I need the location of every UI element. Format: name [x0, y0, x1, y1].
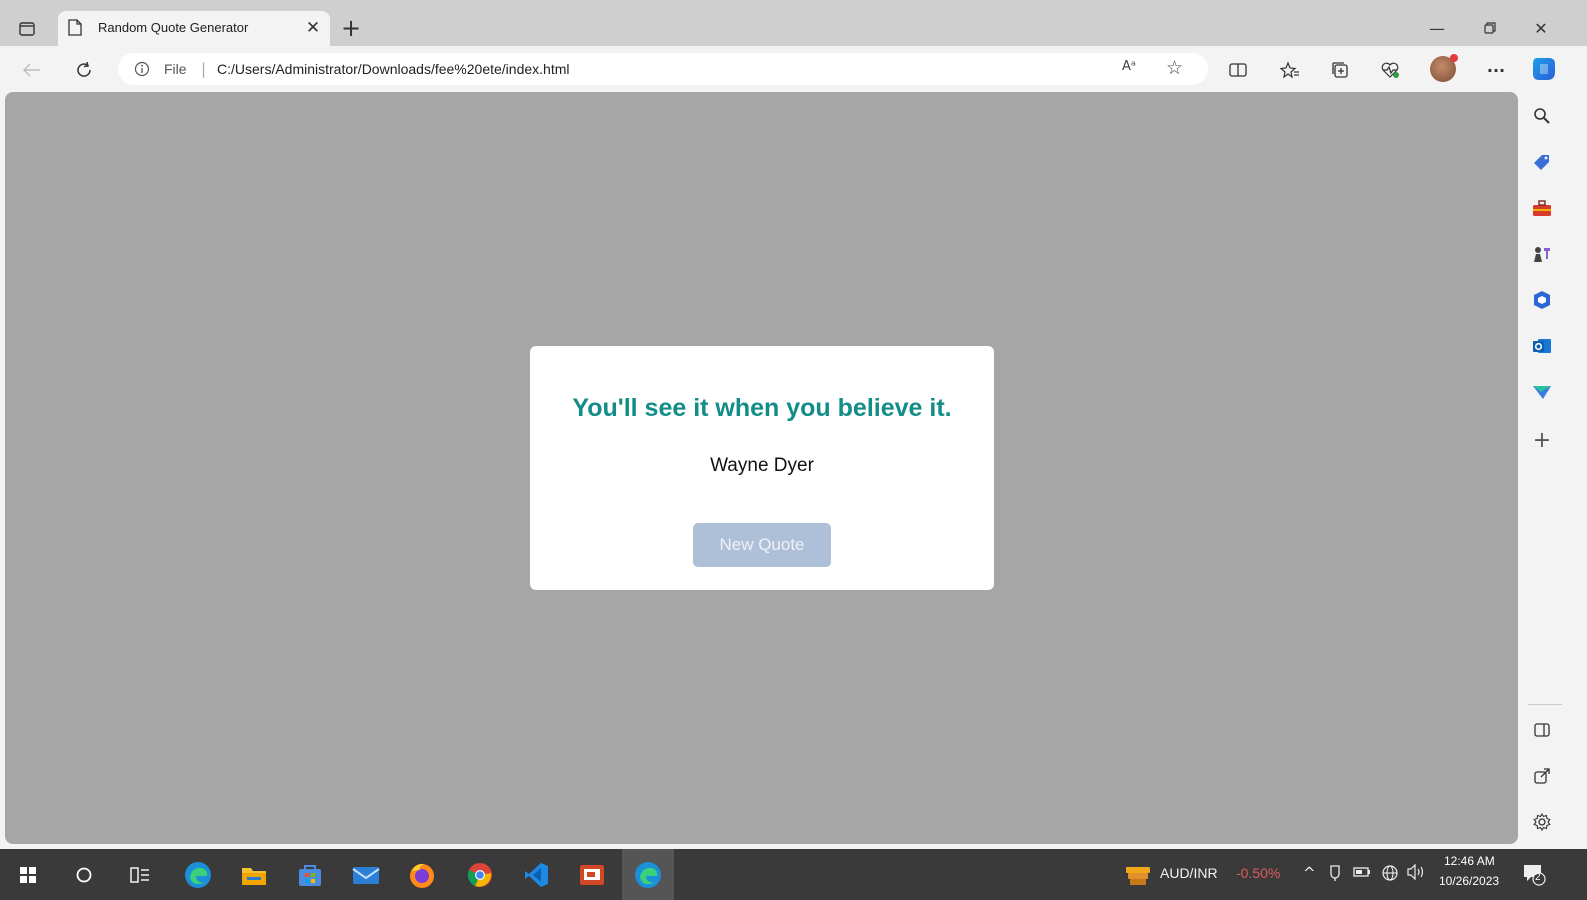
clock-time[interactable]: 12:46 AM [1444, 854, 1495, 868]
office-icon[interactable] [1530, 288, 1554, 312]
add-sidebar-app-icon[interactable]: + [1530, 428, 1554, 453]
chess-icon[interactable] [1530, 242, 1554, 266]
copilot-icon[interactable] [1529, 54, 1559, 84]
favorites-icon[interactable] [1276, 56, 1304, 84]
notification-dot [1450, 54, 1458, 62]
heartbeat-icon[interactable] [1376, 56, 1404, 84]
external-link-icon[interactable] [1530, 764, 1554, 788]
tag-icon[interactable] [1530, 150, 1554, 174]
toolbox-icon[interactable] [1530, 196, 1554, 220]
settings-icon[interactable] [1530, 810, 1554, 834]
new-tab-plus-icon[interactable]: + [338, 15, 364, 41]
restore-icon[interactable] [1475, 16, 1505, 42]
notification-count: 2 [1535, 872, 1541, 883]
search-icon[interactable] [1530, 104, 1554, 128]
quote-author: Wayne Dyer [710, 455, 814, 476]
clock-date[interactable]: 10/26/2023 [1439, 874, 1499, 888]
chevron-up-icon[interactable]: ^ [1303, 864, 1316, 882]
split-screen-icon[interactable] [1224, 56, 1252, 84]
usb-icon[interactable] [1329, 864, 1341, 886]
tab-strip: Random Quote Generator ✕ + — ✕ [0, 0, 1587, 46]
battery-icon[interactable] [1353, 864, 1371, 882]
close-window-icon[interactable]: ✕ [1526, 16, 1556, 42]
edge-icon[interactable] [634, 861, 662, 889]
edge-sidebar: + [1518, 92, 1587, 844]
sidebar-toggle-icon[interactable] [1530, 718, 1554, 742]
notification-center-icon[interactable]: 2 [1522, 862, 1546, 886]
file-explorer-icon[interactable] [240, 861, 268, 889]
send-icon[interactable] [1530, 380, 1554, 404]
sidebar-divider [1528, 704, 1562, 705]
task-view-icon[interactable] [126, 861, 154, 889]
browser-toolbar: File | C:/Users/Administrator/Downloads/… [0, 46, 1587, 92]
read-aloud-icon[interactable]: Aᵃ [1122, 59, 1136, 74]
quote-card: You'll see it when you believe it. Wayne… [530, 346, 994, 590]
minimize-icon[interactable]: — [1422, 16, 1452, 42]
url-text[interactable]: C:/Users/Administrator/Downloads/fee%20e… [217, 61, 570, 77]
favorite-star-icon[interactable]: ☆ [1166, 57, 1183, 79]
back-arrow-icon[interactable] [18, 56, 46, 84]
vscode-icon[interactable] [522, 861, 550, 889]
new-quote-button[interactable]: New Quote [693, 523, 831, 567]
edge-icon[interactable] [184, 861, 212, 889]
currency-pair[interactable]: AUD/INR [1160, 865, 1218, 881]
outlook-icon[interactable] [1530, 334, 1554, 358]
info-icon[interactable] [134, 61, 150, 81]
address-bar[interactable]: File | C:/Users/Administrator/Downloads/… [118, 53, 1208, 85]
presentation-icon[interactable] [578, 861, 606, 889]
stocks-widget-icon[interactable] [1124, 861, 1152, 889]
refresh-icon[interactable] [70, 56, 98, 84]
scheme-label: File [164, 61, 187, 77]
windows-start-icon[interactable] [14, 861, 42, 889]
tab-random-quote-generator[interactable]: Random Quote Generator ✕ [58, 11, 330, 46]
mail-icon[interactable] [352, 861, 380, 889]
address-separator: | [201, 60, 207, 78]
chrome-icon[interactable] [466, 861, 494, 889]
firefox-icon[interactable] [408, 861, 436, 889]
page-viewport: You'll see it when you believe it. Wayne… [5, 92, 1518, 844]
network-globe-icon[interactable] [1381, 864, 1399, 886]
quote-text: You'll see it when you believe it. [572, 394, 952, 422]
tab-actions-icon[interactable] [14, 16, 40, 42]
close-tab-icon[interactable]: ✕ [302, 17, 324, 39]
profile-avatar[interactable] [1430, 54, 1458, 82]
ellipsis-icon[interactable]: ··· [1482, 56, 1510, 84]
store-icon[interactable] [296, 861, 324, 889]
speaker-icon[interactable] [1406, 863, 1426, 884]
page-icon [68, 19, 82, 40]
currency-change: -0.50% [1236, 865, 1281, 881]
tab-title: Random Quote Generator [98, 20, 249, 35]
windows-taskbar: AUD/INR -0.50% ^ 12:46 AM 10/26/2023 2 [0, 849, 1587, 900]
collections-icon[interactable] [1326, 56, 1354, 84]
search-circle-icon[interactable] [70, 861, 98, 889]
